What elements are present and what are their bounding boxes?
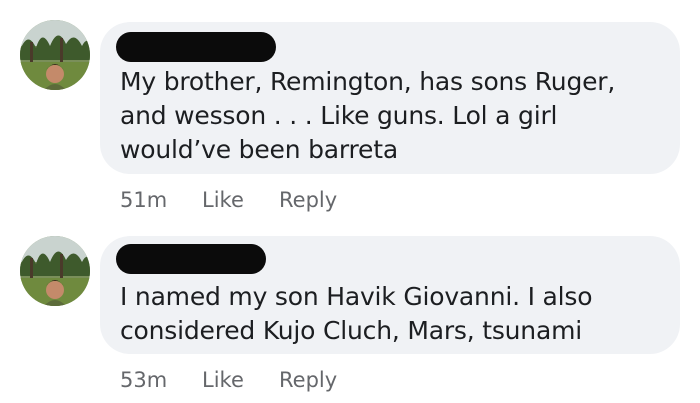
avatar[interactable]: [20, 236, 90, 306]
comment-bubble: I named my son Havik Giovanni. I also co…: [100, 236, 680, 354]
comment-bubble: My brother, Remington, has sons Ruger, a…: [100, 22, 680, 174]
reply-button[interactable]: Reply: [279, 368, 337, 392]
comment-timestamp[interactable]: 51m: [120, 188, 167, 212]
avatar-photo-icon: [20, 236, 90, 306]
avatar[interactable]: [20, 20, 90, 90]
redacted-author-name: [116, 244, 266, 274]
comment-text: My brother, Remington, has sons Ruger, a…: [120, 67, 616, 164]
like-button[interactable]: Like: [202, 188, 244, 212]
redacted-author-name: [116, 32, 276, 62]
comment-text: I named my son Havik Giovanni. I also co…: [120, 282, 593, 345]
like-button[interactable]: Like: [202, 368, 244, 392]
avatar-photo-icon: [20, 20, 90, 90]
comment-timestamp[interactable]: 53m: [120, 368, 167, 392]
reply-button[interactable]: Reply: [279, 188, 337, 212]
